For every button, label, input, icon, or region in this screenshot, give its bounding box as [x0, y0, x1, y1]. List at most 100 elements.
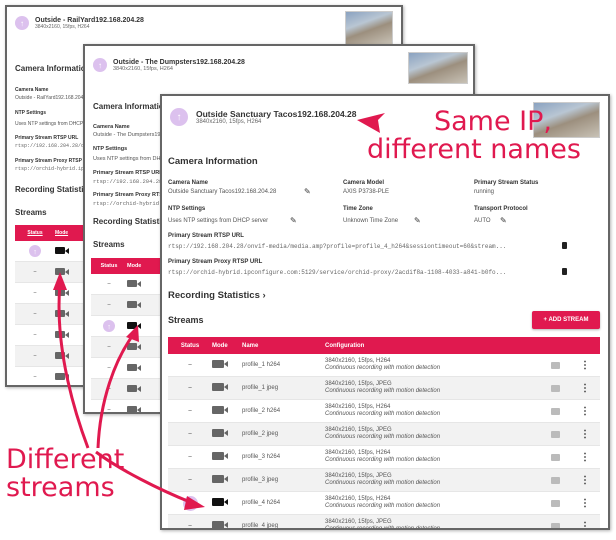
more-menu-icon[interactable]: ⋮: [580, 429, 590, 440]
chevron-right-icon: ›: [262, 290, 266, 301]
status-cell: –: [168, 385, 212, 391]
table-row[interactable]: – profile_4 jpeg 3840x2160, 15fps, JPEG Con…: [168, 515, 600, 530]
status-dash: –: [188, 523, 192, 529]
camera-name-label: Camera Name: [168, 180, 209, 186]
config-summary: 3840x2160, 15fps, JPEG: [325, 518, 392, 525]
add-stream-button[interactable]: + ADD STREAM: [532, 311, 600, 329]
table-row[interactable]: – profile_3 h264 3840x2160, 15fps, H264 Con…: [168, 446, 600, 469]
mode-cell: [212, 452, 242, 462]
camera-info-heading: Camera Information: [168, 156, 258, 167]
lock-icon[interactable]: [551, 407, 560, 415]
stream-status-value: running: [474, 189, 495, 195]
active-stream-icon: ↑: [29, 245, 41, 257]
annotation-different-streams: Different streams: [6, 445, 124, 503]
status-dash: –: [107, 302, 111, 308]
lock-icon[interactable]: [551, 499, 560, 507]
stream-name: profile_1 jpeg: [242, 385, 279, 391]
camera-title: Outside - RailYard192.168.204.28: [35, 16, 144, 24]
stream-config: 3840x2160, 15fps, H264 Continuous recordi…: [325, 496, 551, 510]
table-row[interactable]: – profile_1 h264 3840x2160, 15fps, H264 Con…: [168, 354, 600, 377]
edit-camera-name-icon[interactable]: ✎: [304, 187, 311, 196]
camera-status-icon: ↑: [93, 58, 107, 72]
stream-name: profile_2 h264: [242, 408, 281, 414]
camera-icon: [212, 383, 229, 391]
status-dash: –: [33, 353, 37, 359]
config-summary: 3840x2160, 15fps, JPEG: [325, 472, 392, 479]
col-configuration[interactable]: Configuration: [325, 343, 364, 349]
mode-cell: [212, 521, 242, 528]
copy-proxy-icon[interactable]: [562, 268, 567, 275]
ntp-value: Uses NTP settings from DHCP server: [168, 218, 269, 224]
table-row[interactable]: ↑ profile_4 h264 3840x2160, 15fps, H264 Con…: [168, 492, 600, 515]
status-cell: –: [15, 353, 55, 359]
camera-status-icon: ↑: [170, 108, 188, 126]
status-cell: –: [168, 431, 212, 437]
stream-name: profile_1 h264: [242, 362, 281, 368]
col-status[interactable]: Status: [91, 263, 127, 269]
col-name[interactable]: Name: [242, 343, 325, 349]
camera-icon: [212, 521, 229, 528]
stream-config: 3840x2160, 15fps, JPEG Continuous recordi…: [325, 473, 551, 487]
status-dash: –: [33, 374, 37, 380]
edit-time-zone-icon[interactable]: ✎: [414, 216, 421, 225]
edit-transport-icon[interactable]: ✎: [500, 216, 507, 225]
lock-icon[interactable]: [551, 361, 560, 369]
copy-rtsp-icon[interactable]: [562, 242, 567, 249]
camera-status-icon: ↑: [15, 16, 29, 30]
stream-name: profile_3 jpeg: [242, 477, 279, 483]
config-summary: 3840x2160, 15fps, H264: [325, 449, 391, 456]
stream-name: profile_4 jpeg: [242, 523, 279, 529]
more-menu-icon[interactable]: ⋮: [580, 406, 590, 417]
lock-icon[interactable]: [551, 384, 560, 392]
col-mode[interactable]: Mode: [212, 343, 242, 349]
recording-stats-link[interactable]: Recording Statistics: [15, 185, 92, 194]
lock-icon[interactable]: [551, 522, 560, 528]
recording-camera-active-icon: [55, 246, 69, 254]
col-mode[interactable]: Mode: [127, 263, 157, 269]
lock-icon[interactable]: [551, 453, 560, 461]
mode-cell: [212, 498, 242, 508]
col-mode[interactable]: Mode: [55, 230, 85, 236]
stream-config: 3840x2160, 15fps, JPEG Continuous recordi…: [325, 427, 551, 441]
more-menu-icon[interactable]: ⋮: [580, 521, 590, 529]
mode-cell: [212, 429, 242, 439]
status-cell: –: [168, 408, 212, 414]
col-status[interactable]: Status: [168, 343, 212, 349]
camera-info-heading: Camera Information: [93, 102, 169, 111]
lock-icon[interactable]: [551, 476, 560, 484]
status-cell: –: [168, 523, 212, 529]
recording-stats-link[interactable]: Recording Statistics: [93, 217, 170, 226]
camera-icon: [212, 406, 229, 414]
table-row[interactable]: – profile_2 h264 3840x2160, 15fps, H264 Con…: [168, 400, 600, 423]
mode-cell: [55, 330, 85, 340]
mode-cell: [127, 300, 157, 310]
more-menu-icon[interactable]: ⋮: [580, 360, 590, 371]
more-menu-icon[interactable]: ⋮: [580, 475, 590, 486]
table-row[interactable]: – profile_1 jpeg 3840x2160, 15fps, JPEG Con…: [168, 377, 600, 400]
config-summary: 3840x2160, 15fps, JPEG: [325, 380, 392, 387]
more-menu-icon[interactable]: ⋮: [580, 452, 590, 463]
edit-ntp-icon[interactable]: ✎: [290, 216, 297, 225]
more-menu-icon[interactable]: ⋮: [580, 498, 590, 509]
camera-icon: [55, 288, 69, 296]
camera-name-value: Outside - RailYard192.168.204.28: [15, 95, 91, 101]
col-status[interactable]: Status: [15, 230, 55, 236]
ntp-label: NTP Settings: [168, 206, 206, 212]
table-row[interactable]: – profile_2 jpeg 3840x2160, 15fps, JPEG Con…: [168, 423, 600, 446]
camera-name-value: Outside Sanctuary Tacos192.168.204.28: [168, 189, 277, 195]
recording-stats-link[interactable]: Recording Statistics ›: [168, 290, 266, 301]
more-menu-icon[interactable]: ⋮: [580, 383, 590, 394]
status-dash: –: [107, 386, 111, 392]
stream-name: profile_3 h264: [242, 454, 281, 460]
camera-icon: [127, 279, 141, 287]
config-description: Continuous recording with motion detecti…: [325, 526, 441, 530]
transport-label: Transport Protocol: [474, 206, 528, 212]
status-dash: –: [188, 454, 192, 460]
camera-thumbnail[interactable]: [345, 11, 393, 45]
status-cell: –: [168, 454, 212, 460]
camera-thumbnail[interactable]: [408, 52, 468, 84]
status-dash: –: [188, 477, 192, 483]
table-row[interactable]: – profile_3 jpeg 3840x2160, 15fps, JPEG Con…: [168, 469, 600, 492]
streams-table: Status Mode Name Configuration – profile_…: [168, 337, 600, 530]
lock-icon[interactable]: [551, 430, 560, 438]
